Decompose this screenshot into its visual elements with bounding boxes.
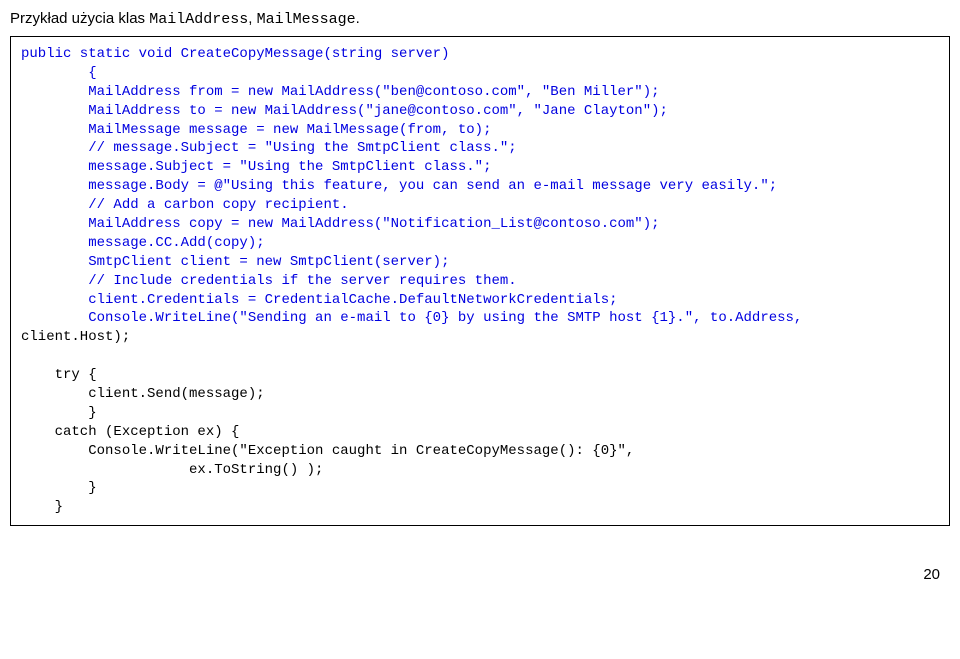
code-line: } xyxy=(21,499,63,515)
code-line: MailAddress to = new MailAddress("jane@c… xyxy=(21,103,668,119)
code-block: public static void CreateCopyMessage(str… xyxy=(10,36,950,526)
code-line: } xyxy=(21,405,97,421)
heading-prefix: Przykład użycia klas xyxy=(10,10,149,27)
code-line: try { xyxy=(21,367,97,383)
heading-suffix: . xyxy=(356,10,360,27)
code-line: ex.ToString() ); xyxy=(21,462,323,478)
code-line: catch (Exception ex) { xyxy=(21,424,239,440)
code-line: Console.WriteLine("Sending an e-mail to … xyxy=(21,310,802,326)
heading-class2: MailMessage xyxy=(257,11,356,28)
code-line: Console.WriteLine("Exception caught in C… xyxy=(21,443,634,459)
page-heading: Przykład użycia klas MailAddress, MailMe… xyxy=(10,10,950,28)
code-line: // Include credentials if the server req… xyxy=(21,273,517,289)
code-line: // message.Subject = "Using the SmtpClie… xyxy=(21,140,517,156)
code-line: SmtpClient client = new SmtpClient(serve… xyxy=(21,254,449,270)
code-line: MailAddress from = new MailAddress("ben@… xyxy=(21,84,660,100)
code-line: // Add a carbon copy recipient. xyxy=(21,197,349,213)
page-number: 20 xyxy=(10,566,950,583)
code-line: client.Send(message); xyxy=(21,386,265,402)
code-line: message.Body = @"Using this feature, you… xyxy=(21,178,777,194)
code-line: message.CC.Add(copy); xyxy=(21,235,265,251)
code-line: } xyxy=(21,480,97,496)
heading-class1: MailAddress xyxy=(149,11,248,28)
code-line: MailAddress copy = new MailAddress("Noti… xyxy=(21,216,660,232)
code-line: { xyxy=(21,65,97,81)
code-line: public static void CreateCopyMessage(str… xyxy=(21,46,449,62)
code-line: client.Host); xyxy=(21,329,130,345)
heading-sep: , xyxy=(248,10,256,27)
code-line: message.Subject = "Using the SmtpClient … xyxy=(21,159,491,175)
code-line: client.Credentials = CredentialCache.Def… xyxy=(21,292,618,308)
code-line: MailMessage message = new MailMessage(fr… xyxy=(21,122,491,138)
